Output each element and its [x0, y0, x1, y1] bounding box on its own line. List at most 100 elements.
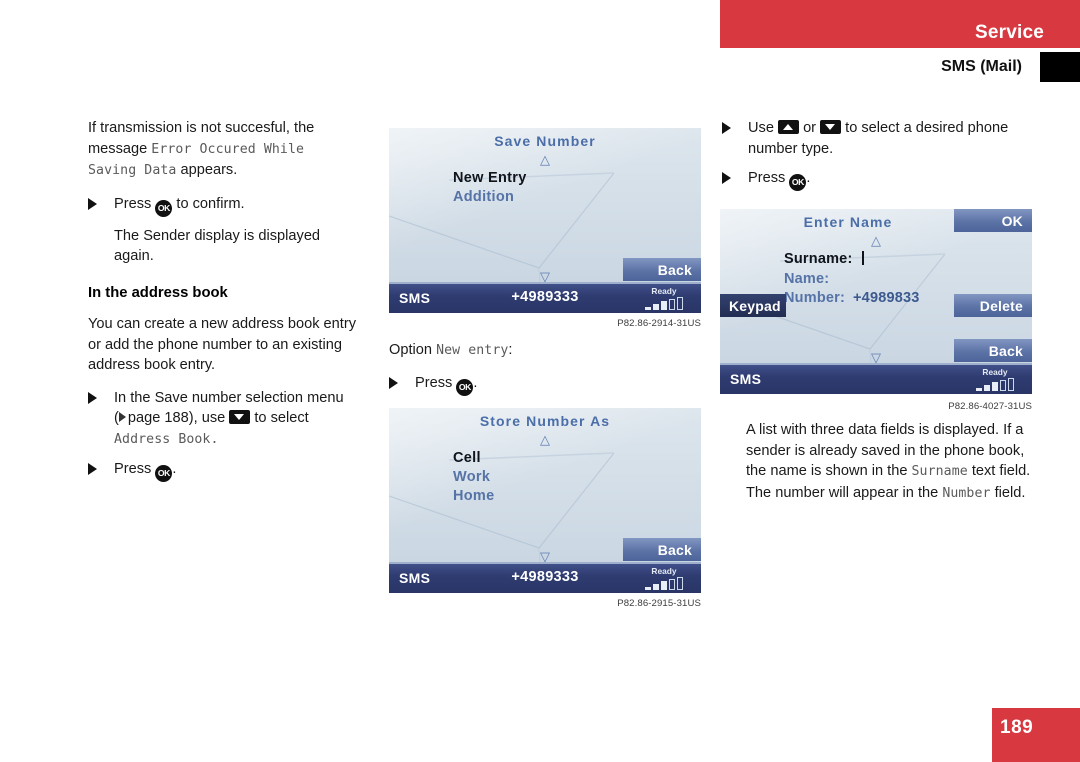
number-field-reference: Number [942, 485, 991, 501]
figure-caption-save-number: P82.86-2914-31US [617, 318, 701, 329]
ok-key-icon: OK [456, 378, 474, 396]
bullet-press-ok-right: Press OK. [722, 168, 1040, 191]
confirm-label: to confirm. [172, 195, 245, 212]
status-bar: SMS +4989333 Ready [389, 562, 701, 593]
bullet-use-arrows: Use or to select a desired phone number … [722, 118, 1040, 159]
surname-field-reference: Surname [911, 464, 968, 479]
keypad-button[interactable]: Keypad [720, 294, 786, 317]
down-arrow-key-icon [820, 120, 842, 134]
scroll-up-indicator-icon: △ [871, 233, 881, 248]
page-reference-label: page 188 [127, 410, 189, 426]
text-cursor-icon [862, 251, 865, 265]
status-mode-label: SMS [730, 371, 762, 387]
signal-bar-4 [669, 299, 675, 310]
back-button[interactable]: Back [954, 339, 1032, 362]
field-label-number: Number: [784, 290, 846, 306]
bullet-triangle-icon [722, 172, 731, 184]
right-text-column-bottom: A list with three data fields is display… [746, 420, 1046, 516]
header-black-marker [1040, 52, 1080, 82]
middle-text-column: Option New entry: Press OK. [389, 340, 701, 405]
signal-indicator: Ready [966, 367, 1024, 391]
press-label: Press [114, 195, 156, 212]
save-menu-line1: In the Save number selection menu [114, 389, 344, 406]
period-label: . [473, 374, 478, 391]
option-label: Option [389, 342, 437, 358]
signal-bar-5 [677, 577, 683, 590]
left-text-column: If transmission is not succesful, the me… [88, 118, 356, 491]
option-colon: : [508, 342, 513, 358]
status-bar: SMS Ready [720, 363, 1032, 394]
screen-save-number: Save Number △ New Entry Addition ▽ Back … [389, 128, 701, 313]
menu-item-home[interactable]: Home [453, 487, 495, 506]
or-label: or [799, 120, 821, 136]
ok-key-icon: OK [155, 465, 173, 482]
bullet-triangle-icon [88, 391, 97, 404]
error-para-tail: appears. [176, 162, 238, 178]
bullet-triangle-icon [88, 197, 97, 210]
field-label-surname: Surname: [784, 251, 853, 267]
delete-button[interactable]: Delete [954, 294, 1032, 317]
scroll-up-indicator-icon: △ [540, 152, 550, 167]
field-label-name: Name: [784, 270, 830, 287]
press-label: Press [114, 461, 156, 477]
status-ready-label: Ready [651, 286, 677, 296]
bullet-triangle-icon [88, 463, 97, 475]
signal-bar-1 [976, 388, 982, 391]
signal-bar-4 [1000, 380, 1006, 391]
back-button[interactable]: Back [623, 258, 701, 281]
menu-item-work[interactable]: Work [453, 468, 495, 487]
screen-title: Store Number As [479, 413, 611, 429]
figure-caption-store-number-as: P82.86-2915-31US [617, 598, 701, 609]
ok-key-icon: OK [155, 199, 173, 217]
signal-bar-2 [984, 385, 990, 391]
section-heading-address-book: In the address book [88, 284, 228, 301]
field-row-number[interactable]: Number: +4989833 [784, 289, 920, 309]
signal-bar-3 [992, 382, 998, 391]
signal-bars-icon [635, 297, 693, 310]
field-value-number: +4989833 [853, 290, 920, 306]
page-section-title: Service [974, 22, 1044, 43]
down-arrow-key-icon [229, 410, 251, 424]
ok-key-icon: OK [789, 174, 807, 191]
press-label: Press [748, 170, 790, 186]
bullet-triangle-icon [722, 122, 731, 134]
option-value-text: New entry [436, 343, 509, 358]
sender-display-note: The Sender display is displayed again. [114, 227, 321, 265]
data-fields-explanation-paragraph: A list with three data fields is display… [746, 420, 1046, 504]
screen-title: Save Number [494, 133, 596, 149]
signal-bar-3 [661, 581, 667, 590]
signal-bar-3 [661, 301, 667, 310]
status-bar: SMS +4989333 Ready [389, 282, 701, 313]
to-select-label: to select [250, 410, 309, 426]
signal-bar-1 [645, 307, 651, 310]
address-book-intro-paragraph: You can create a new address book entry … [88, 316, 356, 373]
address-book-option-text: Address Book. [114, 431, 219, 447]
page-subtitle: SMS (Mail) [941, 58, 1022, 75]
status-ready-label: Ready [651, 566, 677, 576]
field-list: Surname: Name: Number: +4989833 [784, 250, 920, 309]
menu-item-cell[interactable]: Cell [453, 449, 495, 468]
period-label: . [172, 461, 177, 477]
menu-item-addition[interactable]: Addition [453, 188, 527, 207]
menu-item-new-entry[interactable]: New Entry [453, 169, 527, 188]
page-reference-triangle-icon [118, 412, 126, 422]
signal-bar-5 [677, 297, 683, 310]
signal-indicator: Ready [635, 286, 693, 310]
screen-enter-name: Enter Name OK △ Surname: Name: Number: +4… [720, 209, 1032, 394]
field-row-surname[interactable]: Surname: [784, 250, 920, 270]
bullet-triangle-icon [389, 376, 398, 389]
ok-button[interactable]: OK [954, 209, 1032, 232]
page-ref-close: ), use [188, 410, 230, 426]
field-row-name[interactable]: Name: [784, 270, 920, 290]
back-button[interactable]: Back [623, 538, 701, 561]
signal-bar-2 [653, 304, 659, 310]
signal-bar-2 [653, 584, 659, 590]
option-new-entry-paragraph: Option New entry: [389, 340, 701, 362]
signal-bars-icon [635, 577, 693, 590]
menu-list: New Entry Addition [453, 169, 527, 207]
signal-bar-4 [669, 579, 675, 590]
menu-list: Cell Work Home [453, 449, 495, 506]
signal-bar-5 [1008, 378, 1014, 391]
screen-store-number-as: Store Number As △ Cell Work Home ▽ Back … [389, 408, 701, 593]
bullet-save-number-menu: In the Save number selection menu (page … [88, 388, 356, 451]
